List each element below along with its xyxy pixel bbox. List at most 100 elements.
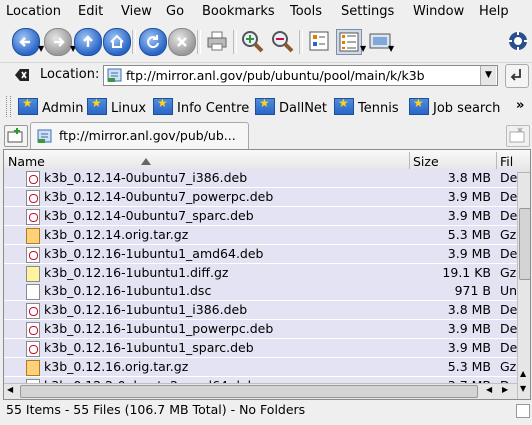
column-header-name[interactable]: Name (8, 154, 45, 169)
location-history-dropdown[interactable]: ▼ (480, 66, 496, 85)
file-size: 3.8 MB (447, 302, 491, 318)
up-arrow-icon (83, 35, 93, 47)
file-name: k3b_0.12.16-1ubuntu1.diff.gz (44, 264, 229, 280)
toolbar-handle[interactable] (6, 96, 11, 117)
zoom-in-button[interactable] (240, 29, 264, 53)
column-divider[interactable] (409, 152, 410, 170)
file-size: 3.9 MB (447, 188, 491, 204)
menu-view[interactable]: View (121, 4, 152, 19)
close-tab-button[interactable] (506, 125, 530, 147)
printer-icon (207, 31, 227, 51)
zoom-out-button[interactable] (270, 29, 294, 53)
file-row[interactable]: k3b_0.12.16-1ubuntu1_i386.deb 3.8 MB De (4, 301, 518, 320)
patch-file-icon (26, 265, 40, 282)
file-row[interactable]: k3b_0.12.14-0ubuntu7_i386.deb 3.8 MB De (4, 169, 517, 187)
deb-package-icon (26, 171, 40, 187)
menu-bookmarks[interactable]: Bookmarks (202, 4, 275, 19)
file-row[interactable]: k3b_0.12.16-1ubuntu1.dsc 971 B Un (4, 282, 518, 301)
menu-edit[interactable]: Edit (78, 4, 103, 19)
file-row[interactable]: k3b_0.12.16-1ubuntu1_powerpc.deb 3.9 MB De (4, 320, 518, 339)
file-row[interactable]: k3b_0.12.16.orig.tar.gz 5.3 MB Gzi (4, 358, 520, 376)
menu-tools[interactable]: Tools (290, 4, 322, 19)
link-view-checkbox[interactable] (516, 404, 530, 418)
file-row[interactable]: k3b_0.12.16-1ubuntu1_amd64.deb 3.9 MB De (4, 244, 517, 263)
file-size: 3.9 MB (447, 245, 491, 261)
file-row[interactable]: k3b_0.12.16-1ubuntu1.diff.gz 19.1 KB Gzi (4, 263, 520, 282)
file-row[interactable]: k3b_0.12.14-0ubuntu7_sparc.deb 3.9 MB De (4, 206, 518, 225)
reload-icon (147, 35, 159, 49)
bookmark-label: Linux (111, 101, 147, 116)
file-type: Un (500, 283, 518, 299)
menu-go[interactable]: Go (166, 4, 184, 19)
bookmark-folder-dallnet[interactable]: DallNet (255, 96, 327, 116)
view-mode-dropdown-icon[interactable]: ▼ (360, 44, 366, 53)
file-list-view[interactable]: Name Size Fil k3b_0.12.14-0ubuntu7_i386.… (3, 149, 531, 400)
forward-button[interactable] (44, 28, 72, 56)
menu-window[interactable]: Window (413, 4, 464, 19)
go-button[interactable] (505, 64, 529, 88)
reload-button[interactable] (139, 28, 167, 56)
up-button[interactable] (74, 28, 102, 56)
bookmark-folder-linux[interactable]: Linux (87, 96, 147, 116)
file-type: De (500, 207, 518, 223)
column-header-size[interactable]: Size (413, 154, 439, 169)
menu-help[interactable]: Help (479, 4, 509, 19)
home-button[interactable] (103, 28, 131, 56)
file-type: De (500, 321, 518, 337)
column-header-file-type[interactable]: Fil (500, 154, 513, 169)
home-icon (110, 34, 124, 48)
file-type: De (500, 302, 518, 318)
menu-settings[interactable]: Settings (341, 4, 394, 19)
file-name: k3b_0.12.14.orig.tar.gz (44, 226, 189, 242)
detailed-list-view-button[interactable] (336, 29, 362, 55)
menu-location[interactable]: Location (6, 4, 61, 19)
file-name: k3b_0.12.16.orig.tar.gz (44, 359, 189, 374)
status-text: 55 Items - 55 Files (106.7 MB Total) - N… (6, 402, 306, 417)
file-size: 19.1 KB (442, 264, 491, 280)
konqueror-throbber[interactable] (506, 29, 530, 53)
file-type: De (500, 340, 518, 356)
clear-location-icon[interactable] (14, 67, 30, 83)
preview-dropdown-icon[interactable]: ▼ (388, 44, 394, 53)
file-name: k3b_0.12.16-1ubuntu1_amd64.deb (44, 245, 264, 261)
deb-package-icon (26, 208, 40, 225)
bookmark-folder-admin[interactable]: Admin (18, 96, 84, 116)
stop-button[interactable] (168, 28, 196, 56)
archive-icon (26, 360, 40, 376)
icon-view-button[interactable] (307, 29, 331, 53)
tab-title: ftp://mirror.anl.gov/pub/ub... (59, 128, 236, 143)
file-row[interactable]: k3b_0.12.14.orig.tar.gz 5.3 MB Gzi (4, 225, 520, 244)
bookmark-folder-tennis[interactable]: Tennis (334, 96, 399, 116)
zoom-out-icon (272, 31, 294, 53)
scroll-up-arrow-icon[interactable]: ▲ (520, 369, 526, 378)
scroll-right-arrow-icon[interactable]: ▶ (502, 385, 508, 394)
vertical-scrollbar[interactable]: ▲ ▼ (517, 173, 530, 399)
file-row[interactable]: k3b_0.12.16-1ubuntu1_sparc.deb 3.9 MB De (4, 339, 518, 358)
bookmark-folder-job-search[interactable]: Job search (409, 96, 501, 116)
new-tab-button[interactable] (4, 125, 28, 147)
bookmark-label: Job search (433, 101, 501, 116)
ftp-site-icon (37, 129, 52, 143)
deb-package-icon (26, 303, 40, 320)
bookmark-toolbar: Admin Linux Info Centre DallNet Tennis J… (0, 93, 532, 121)
scroll-left-arrow-icon[interactable]: ◀ (7, 385, 13, 394)
horizontal-scrollbar[interactable]: ◀ ◀ ▶ (4, 383, 517, 399)
bookmark-label: Admin (42, 101, 84, 116)
scroll-down-arrow-icon[interactable]: ▼ (520, 384, 526, 393)
back-button[interactable] (12, 28, 40, 56)
bookmark-folder-info-centre[interactable]: Info Centre (153, 96, 249, 116)
column-divider[interactable] (496, 152, 497, 170)
print-button[interactable] (205, 29, 229, 53)
file-row[interactable]: k3b_0.12.14-0ubuntu7_powerpc.deb 3.9 MB De (4, 187, 517, 206)
bookmarks-overflow-chevron-icon[interactable]: » (516, 98, 524, 113)
tab-ftp-mirror[interactable]: ftp://mirror.anl.gov/pub/ub... (30, 122, 249, 149)
vertical-scroll-thumb[interactable] (519, 208, 530, 280)
deb-package-icon (26, 189, 40, 206)
deb-package-icon (26, 322, 40, 339)
file-size: 3.9 MB (447, 340, 491, 356)
horizontal-scroll-thumb[interactable] (20, 385, 478, 398)
file-name: k3b_0.12.16-1ubuntu1_powerpc.deb (44, 321, 274, 337)
location-input[interactable]: ftp://mirror.anl.gov/pub/ubuntu/pool/mai… (103, 65, 498, 86)
scroll-left-arrow-icon[interactable]: ◀ (486, 385, 492, 394)
bookmark-folder-icon (334, 96, 354, 115)
